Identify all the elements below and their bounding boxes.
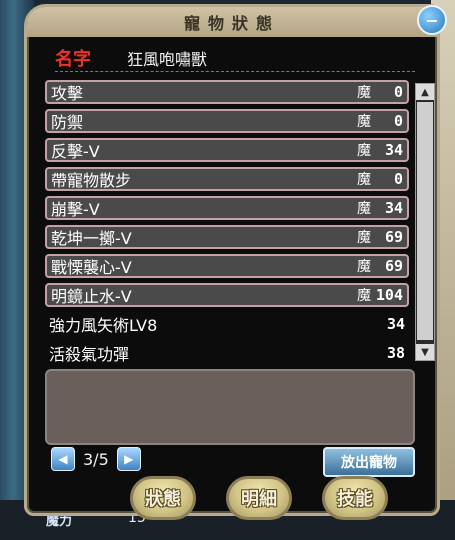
skill-name: 明鏡止水-Ⅴ <box>51 287 132 306</box>
skill-row[interactable]: 防禦 魔 0 <box>45 109 409 133</box>
skill-row[interactable]: 強力風矢術LV8 34 <box>45 312 409 335</box>
mp-cost: 0 <box>393 112 403 130</box>
mp-label: 魔 <box>357 288 371 304</box>
pet-name-label: 名字 <box>55 49 91 70</box>
skill-row[interactable]: 乾坤一擲-Ⅴ 魔 69 <box>45 225 409 249</box>
release-pet-button[interactable]: 放出寵物 <box>323 447 415 477</box>
mp-cost: 69 <box>384 228 403 246</box>
scroll-up-arrow-icon[interactable]: ▲ <box>416 84 434 100</box>
skill-name: 反擊-Ⅴ <box>51 142 100 161</box>
mp-cost: 38 <box>386 343 405 362</box>
mp-cost: 34 <box>384 199 403 217</box>
mp-label: 魔 <box>357 114 371 130</box>
window-title: 寵物狀態 <box>183 14 280 33</box>
right-arrow-icon: ▶ <box>124 452 134 466</box>
skill-name: 強力風矢術LV8 <box>49 315 158 335</box>
tab-details[interactable]: 明細 <box>226 476 292 520</box>
mp-cost: 0 <box>393 170 403 188</box>
tab-skills[interactable]: 技能 <box>322 476 388 520</box>
mp-label: 魔 <box>357 143 371 159</box>
skill-row[interactable]: 帶寵物散步 魔 0 <box>45 167 409 191</box>
mp-label: 魔 <box>357 230 371 246</box>
mp-cost: 104 <box>375 286 403 304</box>
skill-name: 戰慄襲心-Ⅴ <box>51 258 132 277</box>
left-arrow-icon: ◀ <box>58 452 68 466</box>
mp-cost: 0 <box>393 83 403 101</box>
skill-name: 攻擊 <box>51 84 84 103</box>
pager: ◀ 3/5 ▶ <box>51 447 141 471</box>
minus-icon: − <box>425 10 439 30</box>
skill-row[interactable]: 明鏡止水-Ⅴ 魔 104 <box>45 283 409 307</box>
skill-list-scrollbar[interactable]: ▲ ▼ <box>415 83 435 361</box>
skill-row[interactable]: 反擊-Ⅴ 魔 34 <box>45 138 409 162</box>
mp-cost: 34 <box>384 141 403 159</box>
skill-row[interactable]: 崩擊-Ⅴ 魔 34 <box>45 196 409 220</box>
scroll-down-arrow-icon[interactable]: ▼ <box>416 344 434 360</box>
mp-cost: 69 <box>384 257 403 275</box>
prev-page-button[interactable]: ◀ <box>51 447 75 471</box>
skill-name: 崩擊-Ⅴ <box>51 200 100 219</box>
mp-label: 魔 <box>357 85 371 101</box>
pet-name-value: 狂風咆嘯獸 <box>127 50 208 69</box>
tab-status[interactable]: 狀態 <box>130 476 196 520</box>
tab-bar: 狀態 明細 技能 <box>130 476 440 532</box>
close-button[interactable]: − <box>417 5 447 35</box>
skill-name: 防禦 <box>51 113 84 132</box>
next-page-button[interactable]: ▶ <box>116 447 141 471</box>
skill-row[interactable]: 活殺氣功彈 38 <box>45 341 409 364</box>
mp-label: 魔 <box>357 259 371 275</box>
mp-label: 魔 <box>357 172 371 188</box>
mp-label: 魔 <box>357 201 371 217</box>
skill-list: 攻擊 魔 0 防禦 魔 0 反擊-Ⅴ 魔 34 帶寵物散步 魔 0 崩擊-Ⅴ 魔… <box>45 80 409 370</box>
skill-row[interactable]: 戰慄襲心-Ⅴ 魔 69 <box>45 254 409 278</box>
scroll-thumb[interactable] <box>417 102 433 340</box>
skill-name: 活殺氣功彈 <box>49 344 130 364</box>
title-bar[interactable]: 寵物狀態 <box>27 7 437 37</box>
skill-name: 乾坤一擲-Ⅴ <box>51 229 132 248</box>
mp-cost: 34 <box>386 314 405 333</box>
skill-row[interactable]: 攻擊 魔 0 <box>45 80 409 104</box>
skill-name: 帶寵物散步 <box>51 171 132 190</box>
page-indicator: 3/5 <box>83 449 109 469</box>
pet-name-row: 名字 狂風咆嘯獸 <box>55 45 415 72</box>
skill-description-box <box>45 369 415 445</box>
pet-status-window: 寵物狀態 − 名字 狂風咆嘯獸 攻擊 魔 0 防禦 魔 0 反擊-Ⅴ 魔 34 … <box>24 4 447 516</box>
